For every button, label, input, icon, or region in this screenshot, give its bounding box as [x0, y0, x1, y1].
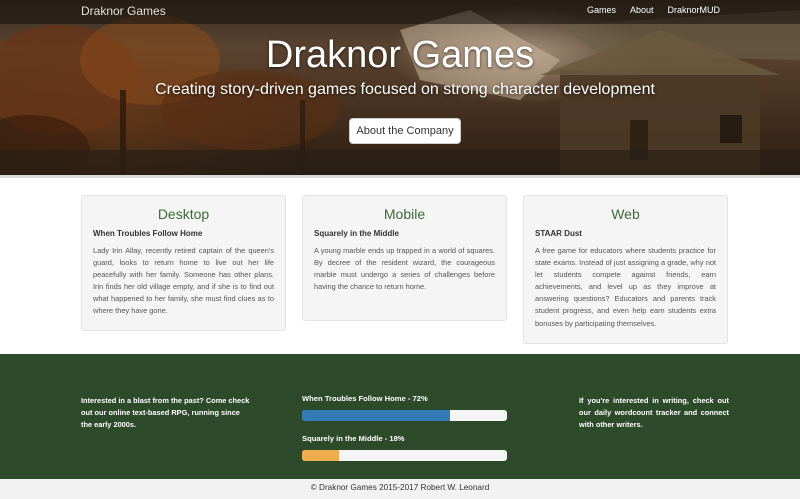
- hero-banner: Draknor Games Games About DraknorMUD Dra…: [0, 0, 800, 175]
- card-description: Lady Irin Allay, recently retired captai…: [93, 246, 274, 316]
- mud-promo-text: Interested in a blast from the past? Com…: [81, 396, 250, 429]
- card-game-title: When Troubles Follow Home: [93, 229, 203, 238]
- progress-bar-troubles: [302, 410, 507, 421]
- desktop-card: Desktop When Troubles Follow Home Lady I…: [81, 195, 286, 331]
- progress-label-troubles: When Troubles Follow Home - 72%: [302, 394, 428, 403]
- card-game-title: Squarely in the Middle: [314, 229, 399, 238]
- web-card: Web STAAR Dust A free game for educators…: [523, 195, 728, 344]
- footer: © Draknor Games 2015-2017 Robert W. Leon…: [0, 479, 800, 499]
- card-heading: Mobile: [383, 206, 426, 222]
- nav-link-about[interactable]: About: [630, 5, 654, 15]
- hero-subtitle: Creating story-driven games focused on s…: [155, 81, 655, 98]
- hero-divider: [0, 175, 800, 178]
- progress-label-squarely: Squarely in the Middle - 18%: [302, 434, 405, 443]
- progress-section: Interested in a blast from the past? Com…: [0, 354, 800, 479]
- card-game-title: STAAR Dust: [535, 229, 582, 238]
- card-description: A young marble ends up trapped in a worl…: [314, 246, 495, 292]
- progress-fill-troubles: [302, 410, 450, 421]
- progress-bar-squarely: [302, 450, 507, 461]
- hero-title: Draknor Games: [265, 34, 535, 76]
- about-company-button[interactable]: About the Company: [349, 118, 461, 144]
- wordcount-promo-text: If you're interested in writing, check o…: [579, 396, 729, 429]
- copyright-text: © Draknor Games 2015-2017 Robert W. Leon…: [310, 483, 490, 492]
- navbar: Draknor Games Games About DraknorMUD: [0, 0, 800, 24]
- nav-link-draknormud[interactable]: DraknorMUD: [667, 5, 720, 15]
- card-heading: Web: [611, 206, 640, 222]
- nav-link-games[interactable]: Games: [587, 5, 616, 15]
- brand-link[interactable]: Draknor Games: [81, 4, 166, 18]
- mobile-card: Mobile Squarely in the Middle A young ma…: [302, 195, 507, 321]
- progress-fill-squarely: [302, 450, 339, 461]
- nav-links: Games About DraknorMUD: [573, 5, 720, 15]
- card-description: A free game for educators where students…: [535, 246, 716, 328]
- card-heading: Desktop: [157, 206, 210, 222]
